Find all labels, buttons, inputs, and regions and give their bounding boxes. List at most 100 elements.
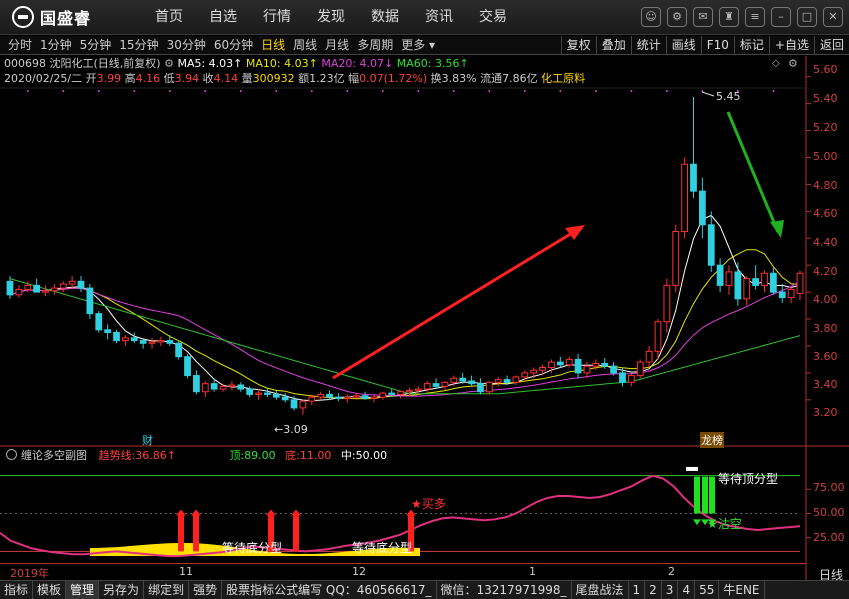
candle-body (707, 224, 715, 266)
price-tick: 4.80 (813, 179, 838, 192)
candle-body (281, 396, 289, 401)
candle-body (619, 372, 626, 383)
event-dot (559, 90, 562, 92)
indicator-button[interactable]: 指标 (0, 581, 34, 599)
wait-bottom-label-2: 等待底分型 (352, 541, 413, 555)
formula-qq-tab[interactable]: 股票指标公式编写 QQ：460566617_ (222, 581, 437, 599)
time-tick: 12 (352, 565, 366, 578)
sub-tick: 75.00 (813, 481, 845, 494)
wechat-tab[interactable]: 微信：13217971998_ (437, 581, 572, 599)
page-tab-1[interactable]: 1 (629, 581, 646, 599)
event-dot (665, 90, 668, 92)
candle-body (272, 393, 280, 398)
candle-body (95, 313, 103, 331)
manage-button[interactable]: 管理 (66, 581, 100, 599)
ene-tab[interactable]: 牛ENE (719, 581, 765, 599)
candle-body (769, 272, 777, 293)
candle-body (778, 291, 786, 299)
mid-label: 中: (340, 449, 356, 462)
candle-body (681, 163, 688, 233)
template-button[interactable]: 模板 (33, 581, 67, 599)
candle-body (477, 383, 484, 393)
page-tab-55[interactable]: 55 (695, 581, 720, 599)
event-dot (97, 90, 100, 92)
candle-body (530, 369, 538, 374)
candle-body (690, 163, 697, 192)
buy-bar (178, 515, 184, 552)
candle-body (77, 280, 85, 289)
down-trend-arrow-head (770, 220, 784, 238)
chart-settings-icon[interactable]: ⚙ (788, 57, 798, 70)
low-price-mark: ←3.09 (274, 423, 308, 436)
candle-body (317, 393, 325, 398)
candle-body (654, 321, 662, 352)
sell-arrow (693, 519, 701, 526)
page-tab-4[interactable]: 4 (678, 581, 696, 599)
wait-bottom-label-1: 等待底分型 (222, 541, 283, 555)
candle-body (423, 383, 431, 390)
sub-settings-icon[interactable] (6, 449, 17, 460)
buy-bar-arrow (191, 509, 201, 516)
candle-body (379, 392, 387, 398)
candle-body (698, 190, 706, 226)
candle-body (122, 337, 129, 342)
candle-body (565, 358, 573, 366)
candle-body (796, 272, 804, 294)
sub-indicator-title[interactable]: 缠论多空副图 (21, 449, 87, 462)
ma10-line (9, 249, 801, 400)
price-tick: 5.20 (813, 121, 838, 134)
candle-body (556, 361, 564, 366)
candle-body (672, 231, 680, 286)
candle-body (175, 342, 183, 358)
page-tab-3[interactable]: 3 (662, 581, 679, 599)
sub-tick: 25.00 (813, 531, 845, 544)
trend-label: 趋势线: (98, 449, 136, 462)
candle-body (548, 361, 555, 369)
sell-signal: ★沽空 (707, 517, 742, 531)
buy-signal-label: 买多 (421, 497, 446, 511)
candle-body (50, 287, 58, 292)
event-dot (168, 90, 171, 92)
bind-button[interactable]: 绑定到 (144, 581, 190, 599)
candle-body (308, 396, 316, 402)
save-as-button[interactable]: 另存为 (99, 581, 145, 599)
candle-body (166, 340, 174, 344)
event-dot (26, 90, 29, 92)
strong-button[interactable]: 强势 (189, 581, 223, 599)
candle-body (361, 395, 369, 399)
event-dot (488, 90, 491, 92)
longhu-badge[interactable]: 龙榜 (700, 432, 724, 448)
price-tick: 4.20 (813, 265, 838, 278)
time-tick: 2019年 (10, 567, 49, 580)
candle-body (139, 340, 147, 344)
moving-averages (9, 214, 801, 402)
diamond-icon[interactable]: ◇ (772, 58, 780, 69)
candle-body (33, 284, 41, 293)
candle-body (734, 271, 742, 300)
price-tick: 3.20 (813, 406, 838, 419)
buy-bar (193, 515, 199, 552)
candle-body (68, 280, 76, 285)
event-dot (452, 90, 455, 92)
candle-body (645, 350, 653, 363)
sell-bar (702, 476, 708, 514)
candle-body (627, 375, 635, 383)
candle-body (210, 383, 218, 390)
event-dot (346, 90, 349, 92)
closing-strategy-tab[interactable]: 尾盘战法 (572, 581, 629, 599)
buy-signal: ★买多 (411, 497, 446, 511)
high-mark-leader (701, 91, 715, 97)
time-tick: 2 (668, 565, 675, 578)
candle-body (503, 379, 511, 383)
candle-body (290, 399, 298, 409)
candle-body (459, 377, 467, 382)
event-dot (239, 90, 242, 92)
candle-body (42, 290, 49, 293)
candle-body (725, 271, 733, 286)
finance-badge[interactable]: 财 (142, 432, 153, 448)
candle-body (237, 384, 245, 390)
candle-body (521, 372, 529, 378)
page-tab-2[interactable]: 2 (645, 581, 662, 599)
candle-body (388, 392, 396, 395)
candle-body (255, 392, 262, 395)
